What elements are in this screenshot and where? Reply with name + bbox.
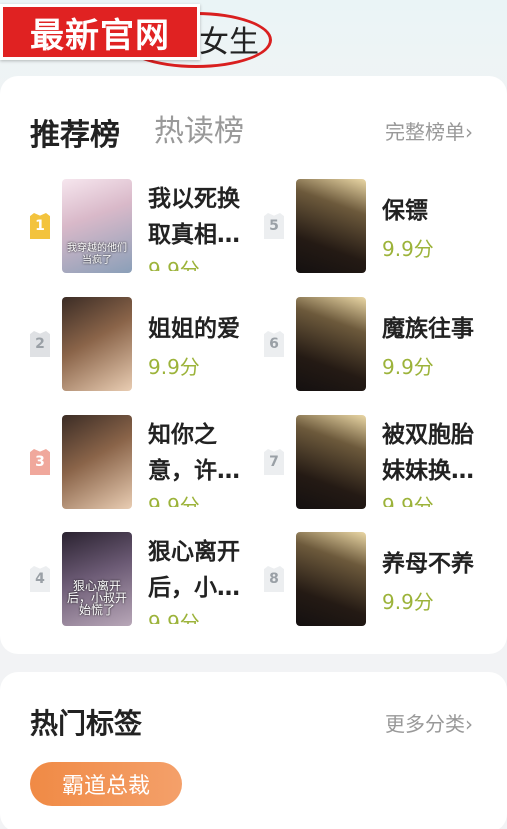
book-item[interactable]: 6 魔族往事 9.9分 xyxy=(264,297,494,393)
book-title[interactable]: 养母不养 xyxy=(382,546,478,582)
book-title[interactable]: 我以死换取真相… xyxy=(148,181,258,253)
book-cover[interactable] xyxy=(62,415,132,509)
book-title[interactable]: 狠心离开后，小… xyxy=(148,534,258,606)
book-cover[interactable] xyxy=(62,297,132,391)
book-score: 9.9分 xyxy=(148,355,200,379)
top-bar: 最新官网 女生 xyxy=(0,0,507,72)
site-logo-banner[interactable]: 最新官网 xyxy=(0,4,200,60)
hot-tags-card: 热门标签 更多分类› 霸道总裁 xyxy=(0,672,507,829)
tab-hot-read-rank[interactable]: 热读榜 xyxy=(154,106,244,150)
full-list-link[interactable]: 完整榜单› xyxy=(385,116,473,145)
book-item[interactable]: 4 狠心离开后，小叔开始慌了 狠心离开后，小… 9.9分 xyxy=(30,532,260,628)
book-title[interactable]: 知你之意，许… xyxy=(148,417,258,489)
rank-badge: 7 xyxy=(264,449,284,475)
book-title[interactable]: 保镖 xyxy=(382,193,492,229)
tab-female[interactable]: 女生 xyxy=(199,17,259,61)
book-cover[interactable] xyxy=(296,297,366,391)
rank-badge: 3 xyxy=(30,449,50,475)
book-score: 9.9分 xyxy=(382,355,434,379)
tab-recommend-rank[interactable]: 推荐榜 xyxy=(30,110,120,154)
rank-badge: 4 xyxy=(30,566,50,592)
rank-badge: 5 xyxy=(264,213,284,239)
book-item[interactable]: 8 养母不养 9.9分 xyxy=(264,532,494,628)
more-categories-link[interactable]: 更多分类› xyxy=(385,708,473,737)
book-cover[interactable]: 狠心离开后，小叔开始慌了 xyxy=(62,532,132,626)
cover-title: 狠心离开后，小叔开始慌了 xyxy=(66,579,127,617)
book-cover[interactable]: 我穿越的他们当疯了 xyxy=(62,179,132,273)
book-item[interactable]: 2 姐姐的爱 9.9分 xyxy=(30,297,260,393)
cover-title: 我穿越的他们当疯了 xyxy=(67,243,127,266)
hot-tags-title: 热门标签 xyxy=(30,707,143,740)
tag-pill[interactable]: 霸道总裁 xyxy=(30,762,182,806)
book-item[interactable]: 7 被双胞胎妹妹换… 9.9分 xyxy=(264,415,494,511)
book-title[interactable]: 姐姐的爱 xyxy=(148,311,258,347)
book-item[interactable]: 5 保镖 9.9分 xyxy=(264,179,494,275)
rank-badge: 8 xyxy=(264,566,284,592)
rank-badge: 1 xyxy=(30,213,50,239)
book-cover[interactable] xyxy=(296,415,366,509)
book-score: 9.9分 xyxy=(382,237,434,261)
book-score: 9.9分 xyxy=(382,494,434,507)
book-title[interactable]: 被双胞胎妹妹换… xyxy=(382,417,478,489)
book-score: 9.9分 xyxy=(148,611,200,624)
book-score: 9.9分 xyxy=(148,258,200,271)
book-score: 9.9分 xyxy=(382,590,434,614)
rank-badge: 2 xyxy=(30,331,50,357)
book-item[interactable]: 3 知你之意，许… 9.9分 xyxy=(30,415,260,511)
rank-card: 推荐榜 热读榜 完整榜单› 1 我穿越的他们当疯了 我以死换取真相… 9.9分 … xyxy=(0,76,507,654)
book-cover[interactable] xyxy=(296,179,366,273)
book-score: 9.9分 xyxy=(148,494,200,507)
book-title[interactable]: 魔族往事 xyxy=(382,311,478,347)
book-item[interactable]: 1 我穿越的他们当疯了 我以死换取真相… 9.9分 xyxy=(30,179,260,275)
book-cover[interactable] xyxy=(296,532,366,626)
rank-badge: 6 xyxy=(264,331,284,357)
